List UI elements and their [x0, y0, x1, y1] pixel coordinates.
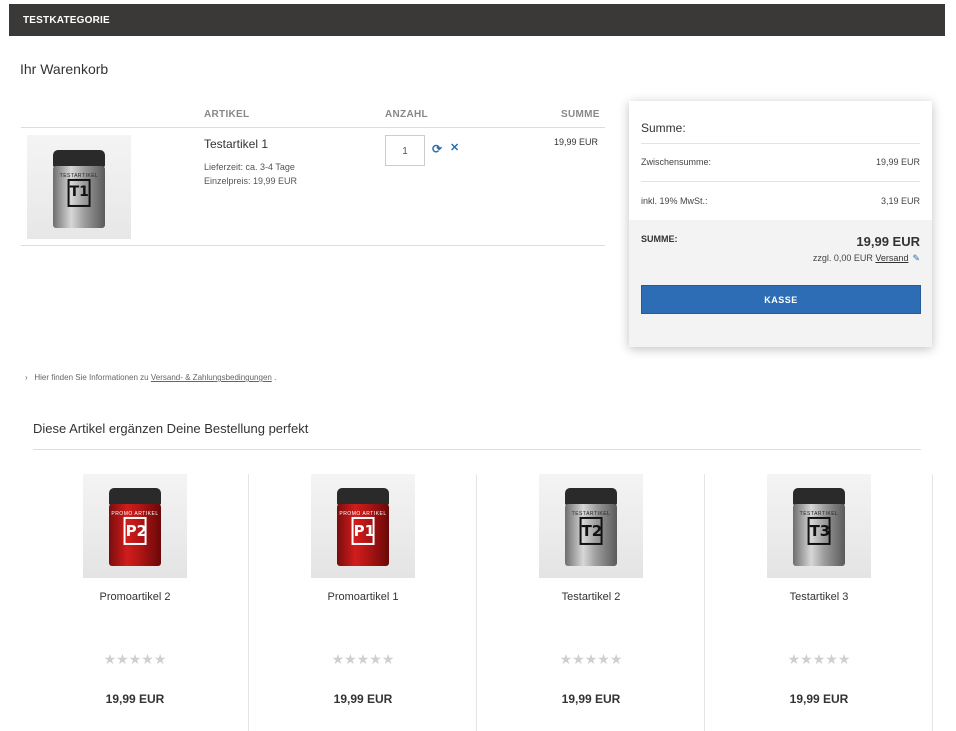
cart-item-sum: 19,99 EUR: [553, 137, 598, 147]
total-value: 19,99 EUR: [856, 234, 920, 249]
product-card[interactable]: TESTARTIKEL T2 Testartikel 2 ★★★★★ 19,99…: [477, 474, 705, 731]
cart-item-unit-price: Einzelpreis: 19,99 EUR: [204, 176, 298, 186]
product-price: 19,99 EUR: [105, 692, 165, 706]
summary-title: Summe:: [641, 121, 686, 135]
pencil-icon[interactable]: ✎: [912, 253, 920, 263]
checkout-button[interactable]: KASSE: [641, 285, 921, 314]
shipping-link[interactable]: Versand: [875, 253, 908, 263]
row-divider: [21, 245, 605, 246]
column-header-article: ARTIKEL: [204, 109, 250, 120]
product-name[interactable]: Promoartikel 1: [249, 591, 477, 603]
info-suffix: .: [274, 373, 277, 382]
cart-item-delivery: Lieferzeit: ca. 3-4 Tage: [204, 162, 295, 172]
column-header-sum: SUMME: [561, 109, 600, 120]
product-price: 19,99 EUR: [789, 692, 849, 706]
product-name[interactable]: Testartikel 3: [705, 591, 933, 603]
product-name[interactable]: Promoartikel 2: [21, 591, 249, 603]
shipping-terms-link[interactable]: Versand- & Zahlungsbedingungen: [151, 373, 272, 382]
rating-stars-icon: ★★★★★: [559, 651, 623, 667]
cart-item-image[interactable]: TESTARTIKEL T1: [27, 135, 131, 239]
product-jar-icon: PROMO ARTIKEL P2: [109, 488, 161, 566]
total-label: SUMME:: [641, 234, 678, 244]
summary-footer: SUMME: 19,99 EUR zzgl. 0,00 EUR Versand ✎…: [629, 220, 932, 347]
rating-stars-icon: ★★★★★: [103, 651, 167, 667]
product-card[interactable]: PROMO ARTIKEL P1 Promoartikel 1 ★★★★★ 19…: [249, 474, 477, 731]
product-jar-icon: TESTARTIKEL T3: [793, 488, 845, 566]
summary-divider: [641, 181, 920, 182]
quantity-input[interactable]: 1: [385, 135, 425, 166]
info-prefix: Hier finden Sie Informationen zu: [34, 373, 149, 382]
category-bar: TESTKATEGORIE: [9, 4, 945, 36]
product-image[interactable]: PROMO ARTIKEL P2: [83, 474, 187, 578]
product-image[interactable]: TESTARTIKEL T3: [767, 474, 871, 578]
close-icon[interactable]: ✕: [450, 141, 459, 154]
product-jar-icon: TESTARTIKEL T2: [565, 488, 617, 566]
category-link[interactable]: TESTKATEGORIE: [23, 15, 110, 26]
cart-item-name[interactable]: Testartikel 1: [204, 137, 268, 151]
refresh-icon[interactable]: ⟳: [432, 142, 442, 156]
column-header-quantity: ANZAHL: [385, 109, 428, 120]
product-price: 19,99 EUR: [333, 692, 393, 706]
recommendations-title: Diese Artikel ergänzen Deine Bestellung …: [33, 421, 309, 436]
subtotal-label: Zwischensumme:: [641, 157, 712, 167]
shipping-info-note: › Hier finden Sie Informationen zu Versa…: [25, 373, 276, 382]
subtotal-row: Zwischensumme: 19,99 EUR: [641, 157, 920, 167]
shipping-prefix: zzgl. 0,00 EUR: [812, 253, 873, 263]
product-image[interactable]: PROMO ARTIKEL P1: [311, 474, 415, 578]
rating-stars-icon: ★★★★★: [331, 651, 395, 667]
shipping-note: zzgl. 0,00 EUR Versand ✎: [813, 253, 920, 264]
subtotal-value: 19,99 EUR: [875, 157, 920, 167]
product-jar-icon: PROMO ARTIKEL P1: [337, 488, 389, 566]
product-card[interactable]: PROMO ARTIKEL P2 Promoartikel 2 ★★★★★ 19…: [21, 474, 249, 731]
summary-divider: [641, 143, 920, 144]
page-title: Ihr Warenkorb: [20, 61, 109, 77]
vat-row: inkl. 19% MwSt.: 3,19 EUR: [641, 196, 920, 206]
product-name[interactable]: Testartikel 2: [477, 591, 705, 603]
product-image[interactable]: TESTARTIKEL T2: [539, 474, 643, 578]
vat-label: inkl. 19% MwSt.:: [641, 196, 708, 206]
product-jar-icon: TESTARTIKEL T1: [53, 150, 105, 228]
header-divider: [21, 127, 605, 128]
order-summary: Summe: Zwischensumme: 19,99 EUR inkl. 19…: [629, 101, 932, 347]
rating-stars-icon: ★★★★★: [787, 651, 851, 667]
product-price: 19,99 EUR: [561, 692, 621, 706]
product-card[interactable]: TESTARTIKEL T3 Testartikel 3 ★★★★★ 19,99…: [705, 474, 933, 731]
vat-value: 3,19 EUR: [880, 196, 920, 206]
chevron-right-icon: ›: [25, 373, 28, 382]
recommendations-divider: [33, 449, 921, 450]
